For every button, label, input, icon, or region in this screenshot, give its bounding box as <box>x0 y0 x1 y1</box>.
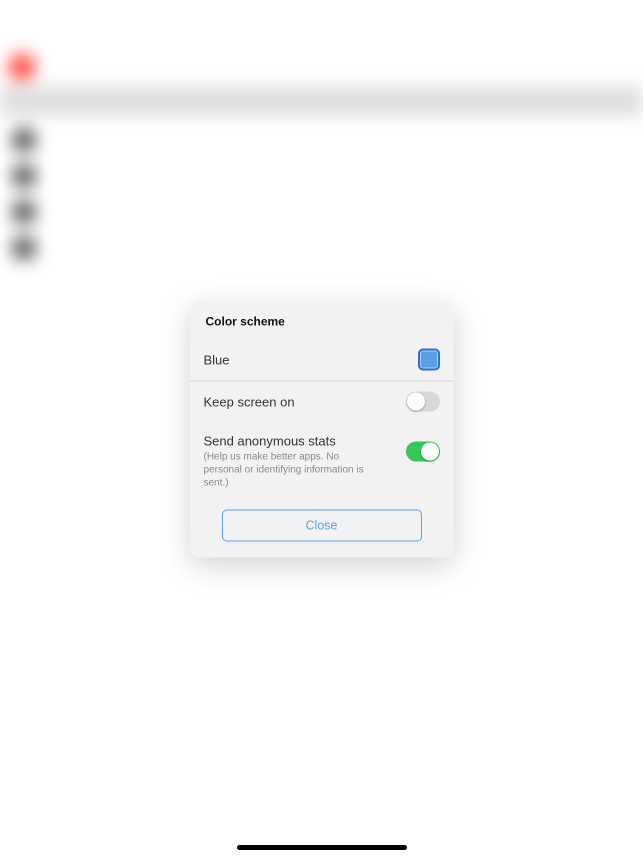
bg-row <box>0 194 643 230</box>
color-scheme-label: Blue <box>204 352 230 367</box>
bg-header <box>0 48 643 86</box>
toggle-knob <box>421 443 439 461</box>
settings-modal: Color scheme Blue Keep screen on Send an… <box>190 301 454 558</box>
color-scheme-row[interactable]: Blue <box>190 339 454 381</box>
anonymous-stats-text: Send anonymous stats (Help us make bette… <box>204 434 374 490</box>
bg-row <box>0 122 643 158</box>
bg-section-header <box>0 86 643 116</box>
close-button[interactable]: Close <box>222 510 422 542</box>
home-indicator <box>237 845 407 850</box>
bg-app-icon <box>8 53 36 81</box>
color-swatch-icon <box>418 349 440 371</box>
bg-row <box>0 230 643 266</box>
toggle-knob <box>407 393 425 411</box>
keep-screen-on-label: Keep screen on <box>204 394 295 409</box>
anonymous-stats-row: Send anonymous stats (Help us make bette… <box>190 422 454 500</box>
anonymous-stats-toggle[interactable] <box>406 442 440 462</box>
close-button-wrap: Close <box>190 500 454 558</box>
section-title-color-scheme: Color scheme <box>190 301 454 339</box>
keep-screen-on-toggle[interactable] <box>406 392 440 412</box>
anonymous-stats-sub: (Help us make better apps. No personal o… <box>204 451 374 490</box>
bg-row <box>0 158 643 194</box>
keep-screen-on-row: Keep screen on <box>190 382 454 422</box>
anonymous-stats-label: Send anonymous stats <box>204 434 374 449</box>
